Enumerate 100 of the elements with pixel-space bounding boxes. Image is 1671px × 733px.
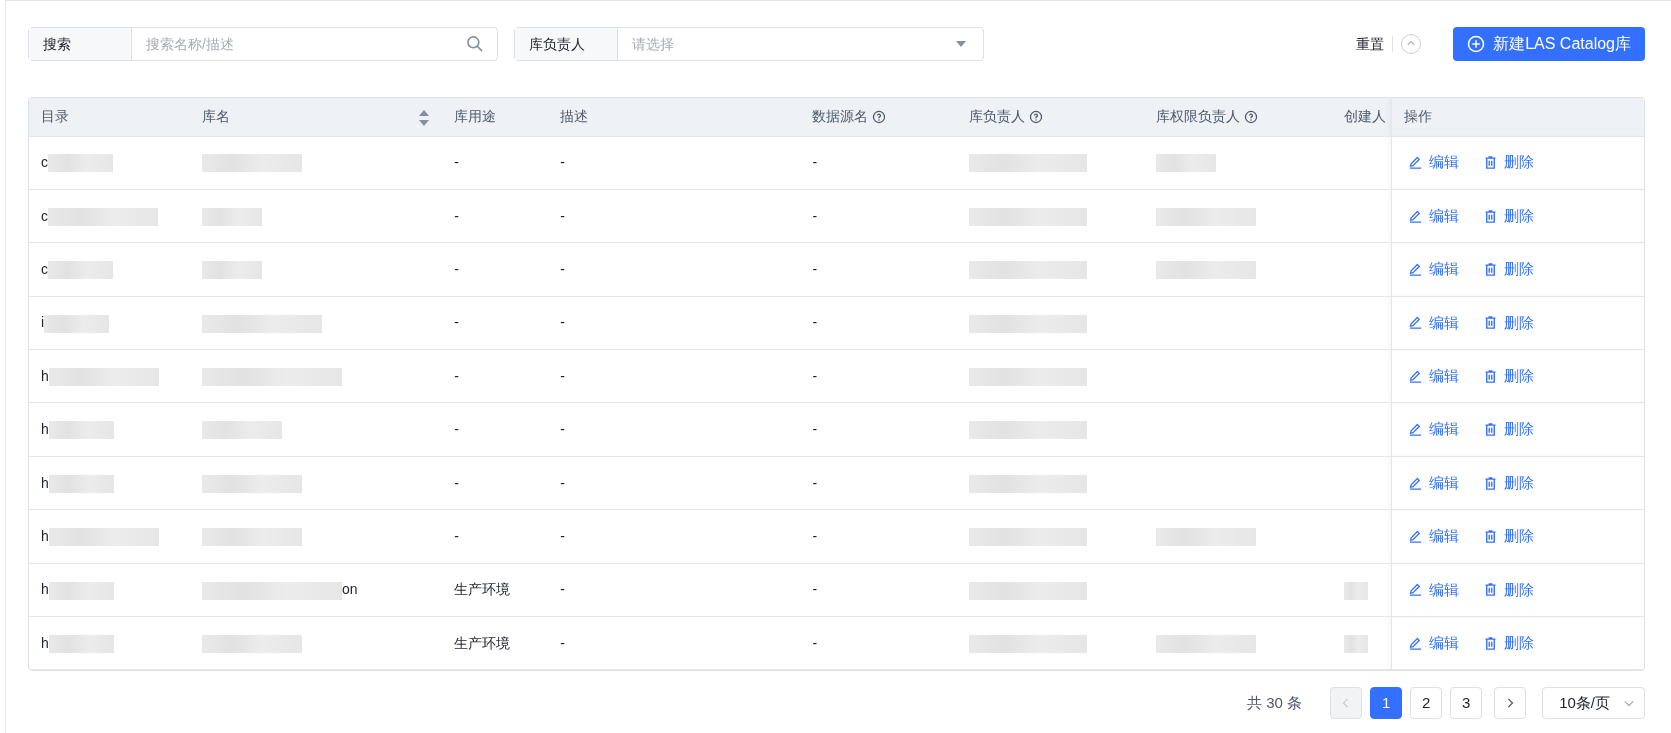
- edit-button[interactable]: 编辑: [1408, 418, 1460, 441]
- trash-icon: [1483, 635, 1499, 651]
- pencil-icon: [1408, 528, 1424, 544]
- table-cell: -: [560, 367, 565, 384]
- delete-button[interactable]: 删除: [1483, 578, 1535, 602]
- column-header: 操作: [1404, 107, 1433, 127]
- next-page-button[interactable]: [1494, 687, 1527, 720]
- redacted-text: [1155, 154, 1216, 173]
- delete-button[interactable]: 删除: [1483, 258, 1535, 281]
- redacted-text: [48, 474, 114, 493]
- table-cell: -: [812, 421, 818, 438]
- column-header: 数据源名: [812, 107, 869, 127]
- table-cell: -: [560, 421, 565, 438]
- pencil-icon: [1408, 582, 1424, 598]
- delete-button[interactable]: 删除: [1483, 525, 1535, 548]
- edit-button[interactable]: 编辑: [1408, 151, 1460, 174]
- search-box[interactable]: 搜索 搜索名称/描述: [28, 27, 498, 61]
- table-cell: -: [560, 314, 565, 331]
- column-header: 目录: [41, 107, 69, 127]
- delete-button[interactable]: 删除: [1483, 631, 1535, 655]
- delete-button[interactable]: 删除: [1483, 151, 1535, 174]
- pencil-icon: [1408, 475, 1424, 491]
- table-cell: -: [812, 154, 818, 171]
- redacted-text: [44, 314, 110, 333]
- table-cell: -: [454, 367, 459, 384]
- search-icon: [465, 34, 485, 54]
- trash-icon: [1483, 582, 1499, 598]
- page-button[interactable]: 3: [1450, 687, 1483, 720]
- field-label: 库负责人: [515, 28, 618, 60]
- delete-button[interactable]: 删除: [1483, 204, 1535, 228]
- column-header: 库用途: [454, 107, 497, 127]
- page-button[interactable]: 1: [1370, 687, 1403, 720]
- page-button[interactable]: 2: [1410, 687, 1443, 720]
- trash-icon: [1483, 261, 1499, 277]
- trash-icon: [1483, 368, 1499, 384]
- table-cell: h: [41, 367, 49, 384]
- table-cell: -: [454, 260, 459, 277]
- table-cell: on: [342, 581, 358, 598]
- create-catalog-button[interactable]: 新建LAS Catalog库: [1453, 27, 1645, 61]
- table-cell: -: [454, 421, 459, 438]
- help-icon: [872, 109, 887, 124]
- help-icon: [1243, 109, 1258, 124]
- delete-button[interactable]: 删除: [1483, 365, 1535, 388]
- table-cell: -: [560, 634, 565, 651]
- table-cell: c: [41, 260, 48, 277]
- trash-icon: [1483, 422, 1499, 438]
- owner-select[interactable]: 请选择: [618, 28, 955, 60]
- trash-icon: [1483, 315, 1499, 331]
- table-cell: -: [454, 314, 459, 331]
- table-cell: -: [812, 207, 818, 224]
- table-cell: c: [41, 154, 48, 171]
- table-cell: -: [454, 527, 459, 544]
- column-header: 库权限负责人: [1155, 107, 1240, 127]
- table-cell: -: [560, 260, 565, 277]
- trash-icon: [1483, 155, 1499, 171]
- redacted-text: [48, 261, 113, 280]
- pencil-icon: [1408, 368, 1424, 384]
- pencil-icon: [1408, 422, 1424, 438]
- edit-button[interactable]: 编辑: [1408, 204, 1460, 228]
- field-label: 搜索: [29, 28, 132, 60]
- edit-button[interactable]: 编辑: [1408, 578, 1460, 602]
- table-cell: -: [454, 474, 459, 491]
- edit-button[interactable]: 编辑: [1408, 365, 1460, 388]
- column-header: 库名: [202, 107, 231, 127]
- edit-button[interactable]: 编辑: [1408, 631, 1460, 655]
- table-cell: -: [560, 527, 565, 544]
- pencil-icon: [1408, 208, 1424, 224]
- delete-button[interactable]: 删除: [1483, 418, 1535, 441]
- redacted-text: [1344, 635, 1369, 653]
- redacted-text: [1344, 581, 1369, 600]
- delete-button[interactable]: 删除: [1483, 311, 1535, 335]
- table-cell: h: [41, 581, 49, 598]
- edit-button[interactable]: 编辑: [1408, 258, 1460, 281]
- sort-icon: [418, 108, 431, 127]
- trash-icon: [1483, 528, 1499, 544]
- table-cell: h: [41, 474, 49, 491]
- owner-filter[interactable]: 库负责人 请选择: [514, 27, 984, 61]
- table-cell: h: [41, 527, 49, 544]
- table-cell: -: [812, 634, 818, 651]
- edit-button[interactable]: 编辑: [1408, 471, 1460, 495]
- table-cell: 生产环境: [454, 634, 511, 651]
- table-cell: -: [560, 207, 565, 224]
- total-count: 共 30 条: [1247, 693, 1303, 714]
- table-cell: -: [812, 474, 818, 491]
- edit-button[interactable]: 编辑: [1408, 311, 1460, 335]
- help-icon: [1029, 109, 1044, 124]
- search-field[interactable]: 搜索名称/描述: [132, 28, 465, 60]
- edit-button[interactable]: 编辑: [1408, 525, 1460, 548]
- table-cell: -: [812, 314, 818, 331]
- redacted-text: [48, 581, 114, 600]
- reset-button[interactable]: 重置: [1356, 33, 1385, 55]
- delete-button[interactable]: 删除: [1483, 471, 1535, 495]
- redacted-text: [48, 421, 114, 440]
- trash-icon: [1483, 475, 1499, 491]
- pencil-icon: [1408, 261, 1424, 277]
- pencil-icon: [1408, 635, 1424, 651]
- page-size-select[interactable]: 10条/页: [1542, 687, 1645, 720]
- collapse-button[interactable]: [1401, 34, 1422, 54]
- table-cell: -: [560, 581, 565, 598]
- table-cell: h: [41, 421, 49, 438]
